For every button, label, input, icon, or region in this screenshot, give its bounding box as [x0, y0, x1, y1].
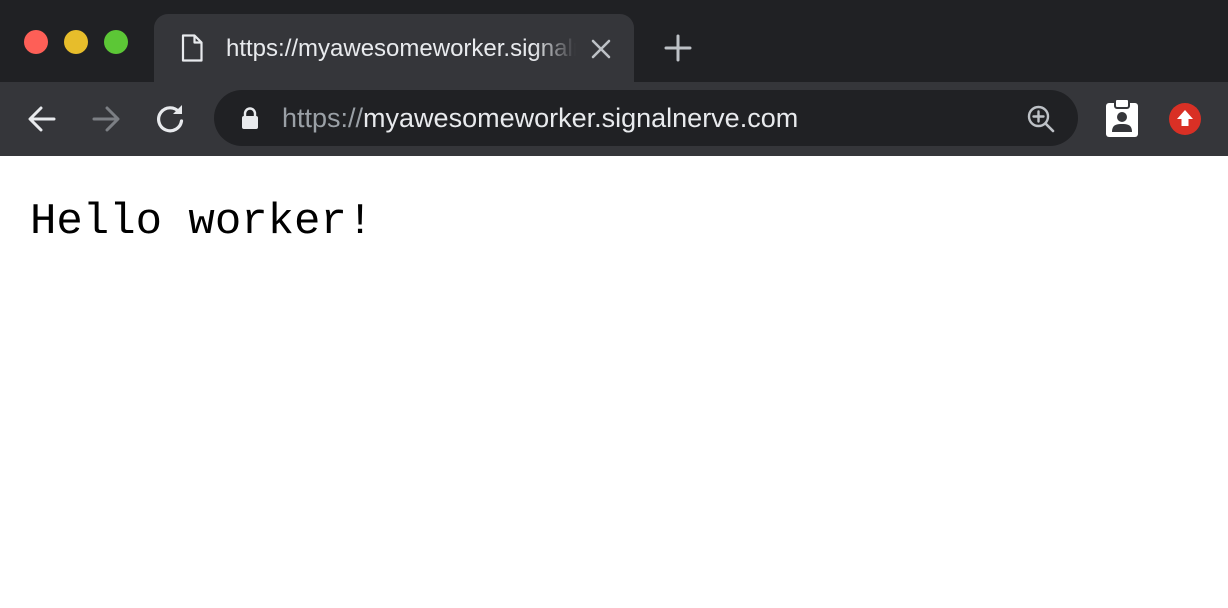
toolbar: https://myawesomeworker.signalnerve.com: [0, 82, 1228, 156]
tab-active[interactable]: https://myawesomeworker.signalnerve.com: [154, 14, 634, 82]
window-minimize-button[interactable]: [64, 30, 88, 54]
back-button[interactable]: [24, 101, 60, 137]
url-scheme: https://: [282, 103, 364, 133]
zoom-in-icon[interactable]: [1026, 104, 1056, 134]
forward-button[interactable]: [88, 101, 124, 137]
url-text[interactable]: https://myawesomeworker.signalnerve.com: [282, 102, 798, 134]
tab-title: https://myawesomeworker.signalnerve.com: [226, 35, 576, 62]
new-tab-button[interactable]: [664, 34, 692, 62]
browser-window: https://myawesomeworker.signalnerve.com: [0, 0, 1228, 608]
page-content: Hello worker!: [0, 156, 1228, 608]
tab-strip: https://myawesomeworker.signalnerve.com: [0, 0, 1228, 82]
clipboard-user-icon[interactable]: [1102, 98, 1142, 138]
url-host: myawesomeworker.signalnerve.com: [363, 103, 799, 133]
close-icon[interactable]: [590, 38, 612, 60]
document-icon: [181, 34, 203, 62]
window-maximize-button[interactable]: [104, 30, 128, 54]
reload-button[interactable]: [152, 101, 188, 137]
address-bar[interactable]: https://myawesomeworker.signalnerve.com: [214, 90, 1078, 146]
window-close-button[interactable]: [24, 30, 48, 54]
lock-icon[interactable]: [240, 106, 260, 130]
page-body-text: Hello worker!: [30, 197, 374, 247]
update-arrow-icon[interactable]: [1168, 102, 1202, 136]
